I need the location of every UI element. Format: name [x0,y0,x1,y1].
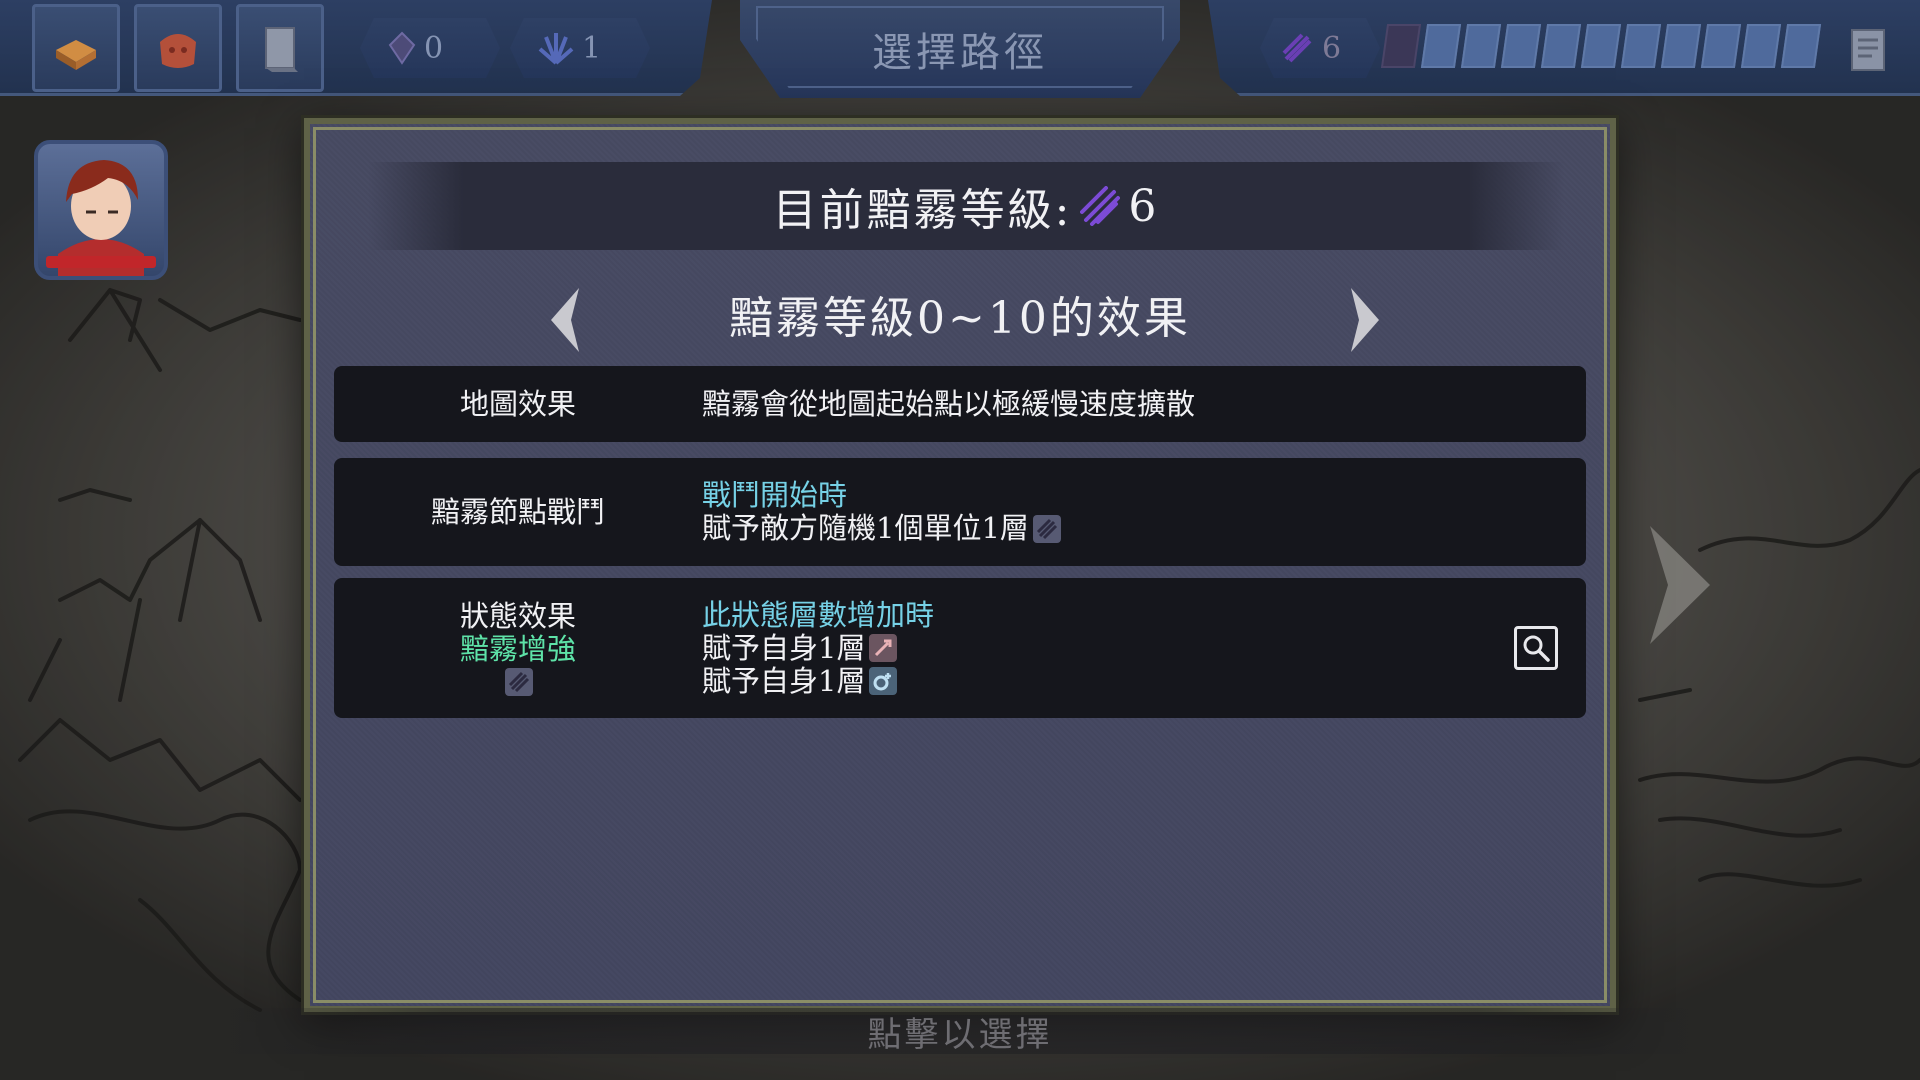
fog-track-segment [1660,24,1702,68]
fog-track-segment [1420,24,1462,68]
fog-track-segment [1620,24,1662,68]
row-label: 黯霧節點戰鬥 [334,494,702,529]
book-icon [265,27,298,72]
fog-track-segment [1500,24,1542,68]
crystal-count: 0 [424,30,444,66]
fog-progress-track [1380,24,1822,68]
status-effect-text-2: 賦予自身1層 [702,663,866,698]
next-range-button[interactable] [1340,282,1390,358]
battle-effect-text: 賦予敵方隨機1個單位1層 [702,511,1029,545]
fog-icon [1282,33,1312,63]
game-screen: 0 1 選擇路徑 6 目前黯霧等級: 6 黯霧等級0~10的效果 地圖效果 黯霧… [0,0,1920,1080]
status-effect-line-2: 賦予自身1層 [702,663,1586,698]
map-effect-row: 地圖效果 黯霧會從地圖起始點以極緩慢速度擴散 [334,366,1586,442]
magnifier-icon [1523,635,1550,662]
hud-title-frame [756,6,1164,88]
current-fog-level-value: 6 [1128,180,1160,232]
fog-effects-dialog: 目前黯霧等級: 6 黯霧等級0~10的效果 地圖效果 黯霧會從地圖起始點以極緩慢… [304,118,1616,1012]
fog-track-segment [1380,24,1422,68]
fog-track-segment [1700,24,1742,68]
hint-text: 點擊以選擇 [867,1014,1053,1055]
status-trigger-text: 此狀態層數增加時 [702,597,935,632]
fog-icon[interactable] [505,668,533,696]
fog-level-counter: 6 [1260,18,1380,78]
map-effect-text: 黯霧會從地圖起始點以極緩慢速度擴散 [702,386,1196,421]
map-effect-label: 地圖效果 [459,386,576,421]
click-to-select-hint[interactable]: 點擊以選擇 [220,1008,1700,1055]
hero-avatar[interactable] [34,140,168,280]
current-fog-level-banner: 目前黯霧等級: 6 [368,162,1564,250]
status-effect-row: 狀態效果 黯霧增強 此狀態層數增加時 賦予自身1層 賦予自身1層 [334,578,1586,718]
fog-track-segment [1740,24,1782,68]
fog-icon [1080,186,1121,226]
row-description: 戰鬥開始時 賦予敵方隨機1個單位1層 [702,479,1586,545]
row-description: 黯霧會從地圖起始點以極緩慢速度擴散 [702,386,1586,421]
status-effect-text-1: 賦予自身1層 [702,630,866,665]
fog-node-battle-row: 黯霧節點戰鬥 戰鬥開始時 賦予敵方隨機1個單位1層 [334,458,1586,566]
level-range-header: 黯霧等級0~10的效果 [310,274,1610,354]
plant-icon [538,33,574,65]
next-node-arrow-icon[interactable] [1640,520,1720,650]
fog-icon[interactable] [1032,514,1061,543]
fog-node-battle-label: 黯霧節點戰鬥 [430,494,605,529]
fog-level-value: 6 [1322,30,1342,66]
hero-hp-bar [46,256,156,268]
hud-left-panel: 0 1 [0,0,712,96]
chevron-right-icon [1351,288,1379,352]
scroll-icon [1851,29,1885,71]
battle-trigger-text: 戰鬥開始時 [702,478,848,512]
plant-counter: 1 [510,18,650,78]
battle-effect-line: 賦予敵方隨機1個單位1層 [702,512,1586,545]
level-range-title: 黯霧等級0~10的效果 [729,293,1191,344]
plant-count: 1 [582,30,602,66]
row-description: 此狀態層數增加時 賦予自身1層 賦予自身1層 [702,597,1586,698]
chevron-left-icon [551,288,579,352]
fog-track-segment [1780,24,1822,68]
status-effect-label: 狀態效果 [459,599,576,633]
crystal-counter: 0 [360,18,500,78]
crystal-icon [388,31,416,65]
current-fog-level-label: 目前黯霧等級: [772,185,1073,236]
status-effect-name: 黯霧增強 [459,632,576,666]
inspect-status-button[interactable] [1514,626,1558,670]
defense-up-icon[interactable] [869,667,898,695]
fog-track-segment [1580,24,1622,68]
inventory-slot-2[interactable] [134,4,222,92]
inventory-slot-3[interactable] [236,4,324,92]
hud-right-panel: 6 [1208,0,1920,96]
fog-track-segment [1540,24,1582,68]
row-label: 狀態效果 黯霧增強 [334,600,702,696]
fog-track-segment [1460,24,1502,68]
bag-icon [160,34,196,68]
inventory-slot-1[interactable] [32,4,120,92]
attack-up-icon[interactable] [869,634,898,662]
bread-icon [56,40,96,70]
previous-range-button[interactable] [540,282,590,358]
hud-title-banner: 選擇路徑 [740,0,1180,98]
journal-button[interactable] [1836,18,1900,82]
status-effect-line-1: 賦予自身1層 [702,630,1586,665]
row-label: 地圖效果 [334,386,702,421]
